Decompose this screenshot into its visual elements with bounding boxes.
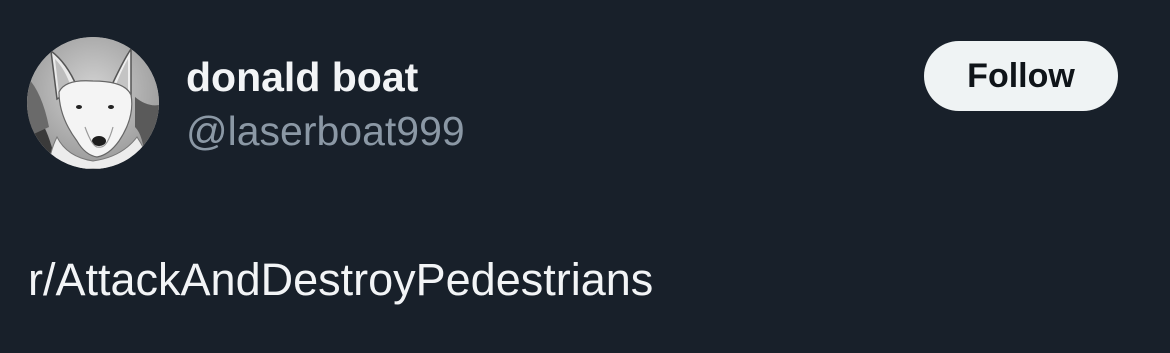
tweet-card: donald boat @laserboat999 Follow r/Attac… (0, 0, 1170, 353)
bull-terrier-avatar-icon (27, 37, 159, 169)
display-name[interactable]: donald boat (186, 54, 418, 100)
user-handle[interactable]: @laserboat999 (186, 108, 465, 154)
avatar[interactable] (27, 37, 159, 169)
tweet-text: r/AttackAndDestroyPedestrians (28, 254, 654, 305)
follow-button[interactable]: Follow (924, 41, 1118, 111)
